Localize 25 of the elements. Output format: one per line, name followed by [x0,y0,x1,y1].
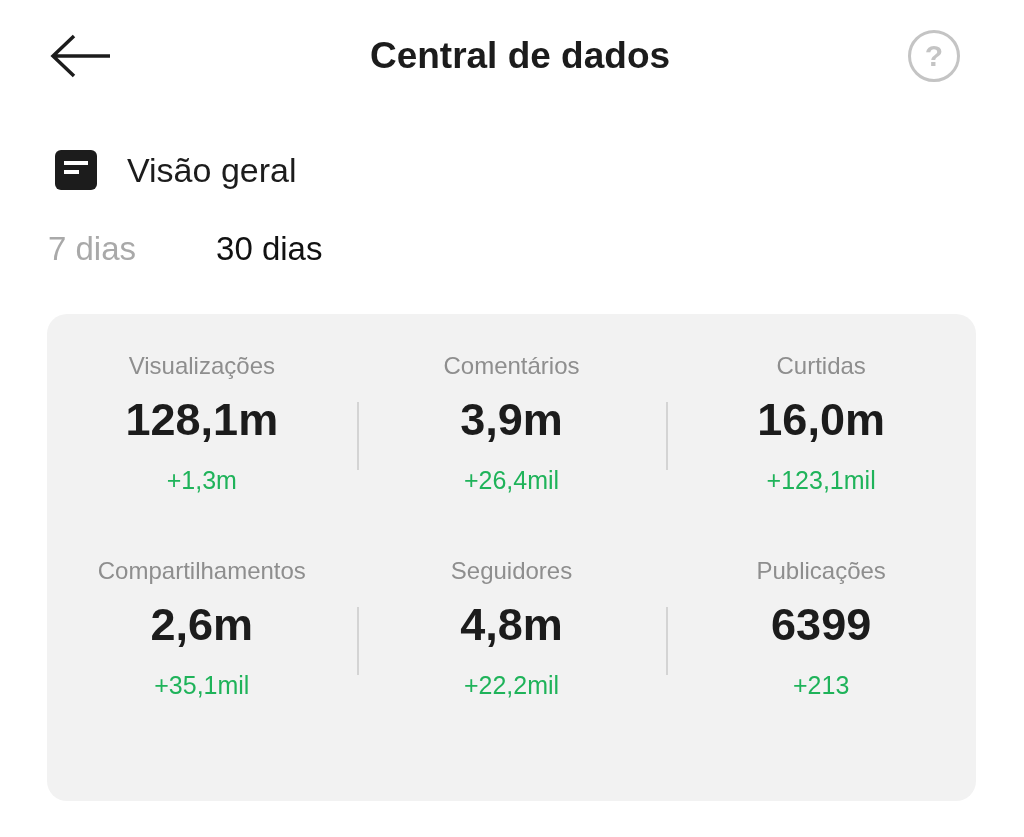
metric-change: +26,4mil [463,466,560,495]
metric-value: 4,8m [460,599,563,651]
metric-change: +213 [793,671,850,700]
metric-value: 2,6m [150,599,254,651]
metric-label: Seguidores [450,557,573,585]
metric-change: +123,1mil [766,466,876,495]
metric-change: +1,3m [166,466,237,495]
metric-label: Curtidas [776,352,866,380]
metric-label: Compartilhamentos [97,557,306,585]
metric-value: 3,9m [460,394,563,446]
period-tab[interactable]: 30 dias [216,230,323,268]
metric-change: +35,1mil [154,671,250,700]
metric-label: Comentários [443,352,580,380]
help-button[interactable]: ? [908,30,960,82]
page-title: Central de dados [369,35,671,77]
section-title: Visão geral [127,150,297,190]
period-tab[interactable]: 7 dias [48,230,137,268]
metric-value: 16,0m [757,394,885,446]
metric-change: +22,2mil [463,671,560,700]
document-icon [55,150,97,190]
metric-value: 6399 [771,599,872,651]
metric-value: 128,1m [125,394,279,446]
metric-label: Visualizações [128,352,275,380]
metric-label: Publicações [756,557,886,585]
back-icon[interactable] [50,34,112,78]
